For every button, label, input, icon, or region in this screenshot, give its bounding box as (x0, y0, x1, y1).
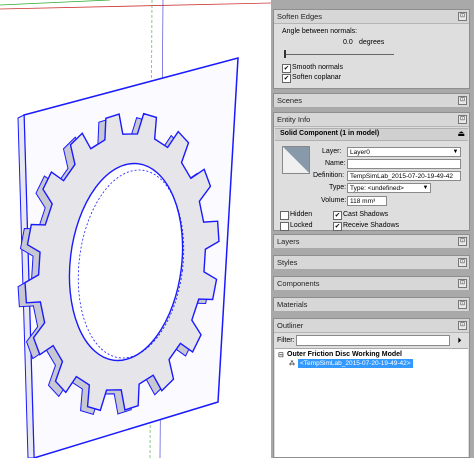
type-value: Type: <undefined> (350, 185, 404, 192)
collapse-icon[interactable]: ⊡ (458, 115, 467, 124)
outliner-item-selected[interactable]: <TempSimLab_2015-07-20-19-49-42> (298, 359, 413, 368)
entity-info-title: Entity Info (277, 115, 311, 124)
angle-slider-thumb[interactable] (284, 50, 286, 58)
layer-label: Layer: (322, 148, 342, 155)
outliner-header[interactable]: Outliner ⊡ (274, 319, 469, 333)
collapse-icon[interactable]: ⊡ (458, 279, 467, 288)
soften-coplanar-checkbox[interactable]: ✔ (282, 74, 291, 83)
soften-coplanar-label: Soften coplanar (292, 74, 342, 81)
locked-checkbox[interactable] (280, 222, 289, 231)
smooth-normals-checkbox[interactable]: ✔ (282, 64, 291, 73)
components-header[interactable]: Components ⊡ (274, 277, 469, 290)
red-axis (0, 2, 271, 10)
angle-slider-track[interactable] (284, 54, 394, 55)
entity-info-panel: Entity Info ⊡ Solid Component (1 in mode… (273, 112, 470, 231)
expand-icon[interactable]: ⊟ (278, 351, 284, 359)
green-axis (0, 0, 111, 6)
styles-header[interactable]: Styles ⊡ (274, 256, 469, 269)
layers-panel[interactable]: Layers ⊡ (273, 234, 470, 248)
scenes-panel[interactable]: Scenes ⊡ (273, 93, 470, 107)
smooth-normals-label: Smooth normals (292, 64, 343, 71)
collapse-icon[interactable]: ⊡ (458, 237, 467, 246)
name-label: Name: (325, 160, 346, 167)
outliner-tree[interactable]: ⊟ Outer Friction Disc Working Model ⁂ <T… (275, 348, 468, 457)
outliner-title: Outliner (277, 321, 304, 330)
materials-panel[interactable]: Materials ⊡ (273, 297, 470, 311)
components-title: Components (277, 279, 320, 288)
material-swatch[interactable] (282, 146, 310, 174)
layer-select[interactable]: Layer0 ▼ (347, 147, 461, 157)
collapse-icon[interactable]: ⊡ (458, 12, 467, 21)
cast-shadows-checkbox[interactable]: ✔ (333, 211, 342, 220)
definition-label: Definition: (313, 172, 345, 179)
hidden-label: Hidden (290, 211, 313, 218)
layers-header[interactable]: Layers ⊡ (274, 235, 469, 248)
receive-shadows-checkbox[interactable]: ✔ (333, 222, 342, 231)
component-icon: ⁂ (289, 361, 295, 367)
filter-input[interactable] (296, 335, 450, 346)
outliner-details-icon[interactable]: ⏵ (454, 335, 465, 346)
styles-title: Styles (277, 258, 298, 267)
scenes-title: Scenes (277, 96, 303, 105)
components-panel[interactable]: Components ⊡ (273, 276, 470, 290)
outliner-model-name[interactable]: Outer Friction Disc Working Model (287, 351, 402, 358)
name-input[interactable] (347, 159, 461, 169)
angle-label: Angle between normals: (282, 28, 358, 35)
entity-subtitle: Solid Component (1 in model) (280, 130, 380, 137)
details-icon[interactable]: ⏏ (457, 129, 465, 138)
entity-subtitle-bar: Solid Component (1 in model) ⏏ (275, 128, 468, 141)
chevron-down-icon: ▼ (422, 185, 429, 191)
soften-edges-title: Soften Edges (277, 12, 323, 21)
default-material-icon (283, 147, 309, 173)
angle-unit: degrees (359, 39, 385, 46)
locked-label: Locked (290, 222, 313, 229)
default-tray: Soften Edges ⊡ Angle between normals: 0.… (271, 0, 474, 458)
gear-disc-model[interactable] (0, 0, 271, 458)
collapse-icon[interactable]: ⊡ (458, 300, 467, 309)
chevron-down-icon: ▼ (452, 149, 459, 155)
definition-input[interactable]: TempSimLab_2015-07-20-19-49-42 (347, 171, 461, 181)
model-viewport[interactable] (0, 0, 271, 458)
outliner-panel: Outliner ⊡ Filter: ⏵ ⊟ Outer Friction Di… (273, 318, 470, 458)
scenes-header[interactable]: Scenes ⊡ (274, 94, 469, 107)
collapse-icon[interactable]: ⊡ (458, 321, 467, 330)
styles-panel[interactable]: Styles ⊡ (273, 255, 470, 269)
cast-shadows-label: Cast Shadows (343, 211, 389, 218)
collapse-icon[interactable]: ⊡ (458, 258, 467, 267)
angle-value: 0.0 (343, 39, 353, 46)
filter-label: Filter: (277, 337, 295, 344)
layer-value: Layer0 (350, 149, 370, 156)
volume-label: Volume: (321, 197, 347, 204)
materials-header[interactable]: Materials ⊡ (274, 298, 469, 311)
hidden-checkbox[interactable] (280, 211, 289, 220)
soften-edges-header[interactable]: Soften Edges ⊡ (274, 10, 469, 24)
collapse-icon[interactable]: ⊡ (458, 96, 467, 105)
receive-shadows-label: Receive Shadows (343, 222, 400, 229)
type-label: Type: (329, 184, 347, 191)
entity-info-header[interactable]: Entity Info ⊡ (274, 113, 469, 127)
type-select[interactable]: Type: <undefined> ▼ (347, 183, 431, 193)
soften-edges-panel: Soften Edges ⊡ Angle between normals: 0.… (273, 9, 470, 89)
materials-title: Materials (277, 300, 308, 309)
volume-value: 118 mm³ (347, 196, 387, 206)
layers-title: Layers (277, 237, 300, 246)
